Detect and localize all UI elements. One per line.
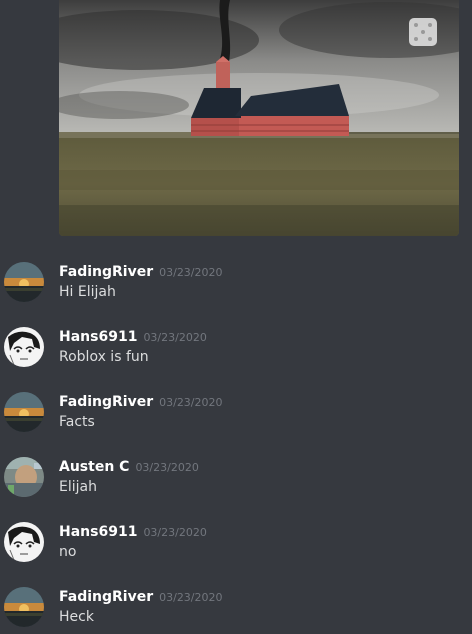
timestamp: 03/23/2020 (143, 526, 207, 539)
message-text: Hi Elijah (59, 284, 116, 300)
anime-sketch-avatar-icon (4, 327, 44, 367)
timestamp: 03/23/2020 (135, 461, 199, 474)
message-text: Elijah (59, 479, 97, 495)
blurry-photo-avatar-icon (4, 457, 44, 497)
sunset-avatar-icon (4, 262, 44, 302)
message-item: FadingRiver 03/23/2020 Facts (0, 392, 472, 452)
image-attachment[interactable] (59, 0, 459, 236)
timestamp: 03/23/2020 (143, 331, 207, 344)
chat-message-list: FadingRiver 03/23/2020 Hi Elijah Hans6911… (0, 0, 472, 634)
username[interactable]: FadingRiver (59, 264, 153, 280)
message-item: Hans6911 03/23/2020 no (0, 522, 472, 582)
username[interactable]: FadingRiver (59, 589, 153, 605)
user-avatar[interactable] (4, 522, 44, 562)
username[interactable]: Austen C (59, 459, 129, 475)
user-avatar[interactable] (4, 392, 44, 432)
message-item: Hans6911 03/23/2020 Roblox is fun (0, 327, 472, 387)
user-avatar[interactable] (4, 327, 44, 367)
username[interactable]: Hans6911 (59, 329, 137, 345)
timestamp: 03/23/2020 (159, 396, 223, 409)
message-item: FadingRiver 03/23/2020 Hi Elijah (0, 262, 472, 322)
sunset-avatar-icon (4, 392, 44, 432)
timestamp: 03/23/2020 (159, 266, 223, 279)
anime-sketch-avatar-icon (4, 522, 44, 562)
dice-icon (409, 18, 437, 46)
sunset-avatar-icon (4, 587, 44, 627)
message-text: Heck (59, 609, 94, 625)
message-text: Roblox is fun (59, 349, 149, 365)
timestamp: 03/23/2020 (159, 591, 223, 604)
message-text: no (59, 544, 77, 560)
message-item: FadingRiver 03/23/2020 Heck (0, 587, 472, 634)
message-text: Facts (59, 414, 95, 430)
user-avatar[interactable] (4, 457, 44, 497)
user-avatar[interactable] (4, 262, 44, 302)
message-item: Austen C 03/23/2020 Elijah (0, 457, 472, 517)
username[interactable]: Hans6911 (59, 524, 137, 540)
game-screenshot-image (59, 0, 459, 236)
user-avatar[interactable] (4, 587, 44, 627)
username[interactable]: FadingRiver (59, 394, 153, 410)
